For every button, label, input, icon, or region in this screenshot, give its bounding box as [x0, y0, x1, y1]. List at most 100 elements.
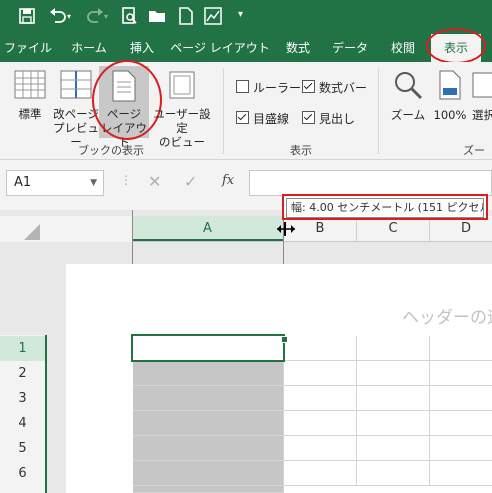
group-separator	[223, 68, 224, 154]
cancel-icon[interactable]: ✕	[148, 172, 161, 191]
zoom-selection-icon	[472, 72, 492, 98]
cell-b3[interactable]	[284, 386, 357, 411]
row-header-6[interactable]: 6	[0, 461, 45, 486]
custom-views-icon	[169, 71, 195, 99]
chart-icon[interactable]	[204, 7, 224, 27]
cell-c6[interactable]	[357, 461, 430, 486]
magnifier-icon	[395, 72, 423, 100]
chevron-down-icon[interactable]: ▼	[90, 171, 97, 195]
resize-dots-icon[interactable]: ⋮	[120, 173, 132, 187]
fill-handle[interactable]	[281, 336, 288, 343]
save-icon[interactable]	[18, 7, 38, 27]
zoom-100-button[interactable]: 100%	[432, 70, 468, 122]
cell-d1[interactable]	[430, 336, 492, 361]
group-label-workbook-views: ブックの表示	[78, 144, 144, 157]
formula-bar-checkbox[interactable]: 数式バー	[302, 79, 367, 96]
cell-a5[interactable]	[133, 436, 284, 461]
new-document-icon[interactable]	[178, 7, 198, 27]
row-header-1[interactable]: 1	[0, 336, 45, 361]
highlight-view-tab	[426, 28, 486, 64]
column-guide-left	[132, 210, 133, 242]
normal-view-icon	[14, 70, 46, 99]
row-header-4[interactable]: 4	[0, 411, 45, 436]
cell-c4[interactable]	[357, 411, 430, 436]
row-header-3[interactable]: 3	[0, 386, 45, 411]
zoom-label: ズーム	[390, 108, 426, 122]
cell-d4[interactable]	[430, 411, 492, 436]
zoom-100-label: 100%	[433, 108, 467, 122]
zoom-selection-button[interactable]: 選択	[472, 70, 492, 122]
redo-icon[interactable]	[85, 7, 105, 27]
formula-bar-buttons: ✕ ✓ fx	[140, 170, 245, 196]
cell-a3[interactable]	[133, 386, 284, 411]
ribbon-tabs: ファイル ホーム 挿入 ページ レイアウト 数式 データ 校閲 表示	[0, 34, 492, 62]
open-folder-icon[interactable]	[148, 7, 168, 27]
gridlines-label: 目盛線	[253, 112, 290, 126]
print-preview-icon[interactable]	[120, 7, 140, 27]
gridlines-checkbox-box	[236, 111, 249, 124]
tab-page-layout[interactable]: ページ レイアウト	[170, 34, 270, 62]
column-header-a[interactable]: A	[132, 216, 284, 241]
custom-views-label-1: ユーザー設定	[153, 107, 211, 135]
custom-views-button[interactable]: ユーザー設定 のビュー	[148, 70, 216, 149]
cell-d6[interactable]	[430, 461, 492, 486]
width-tooltip-text: 幅: 4.00 センチメートル (151 ピクセル)	[286, 198, 484, 218]
gridlines-checkbox[interactable]: 目盛線	[236, 110, 289, 127]
ruler-checkbox[interactable]: ルーラー	[236, 79, 301, 96]
row-header-2[interactable]: 2	[0, 361, 45, 386]
active-cell-border	[131, 334, 285, 362]
custom-views-label-2: のビュー	[159, 135, 205, 149]
tab-review[interactable]: 校閲	[382, 34, 424, 62]
group-separator	[378, 68, 379, 154]
undo-icon[interactable]	[48, 7, 68, 27]
cell-a7[interactable]	[133, 486, 284, 493]
cell-b2[interactable]	[284, 361, 357, 386]
cell-a4[interactable]	[133, 411, 284, 436]
cell-c2[interactable]	[357, 361, 430, 386]
cells-b-d	[284, 336, 492, 493]
cell-b1[interactable]	[284, 336, 357, 361]
headings-checkbox[interactable]: 見出し	[302, 110, 355, 127]
enter-icon[interactable]: ✓	[184, 172, 197, 191]
tab-file[interactable]: ファイル	[4, 34, 52, 62]
header-placeholder[interactable]: ヘッダーの追	[402, 303, 492, 328]
cell-a2[interactable]	[133, 361, 284, 386]
tab-home[interactable]: ホーム	[64, 34, 114, 62]
zoom-selection-label: 選択	[472, 108, 492, 122]
headings-checkbox-box	[302, 111, 315, 124]
insert-function-icon[interactable]: fx	[222, 173, 234, 188]
cell-b6[interactable]	[284, 461, 357, 486]
name-box[interactable]: A1 ▼	[6, 170, 104, 196]
ruler-label: ルーラー	[253, 81, 302, 95]
title-bar: ▾ ▾ ▾	[0, 0, 492, 34]
cell-a6[interactable]	[133, 461, 284, 486]
cell-b5[interactable]	[284, 436, 357, 461]
tab-data[interactable]: データ	[326, 34, 374, 62]
ribbon-view: 標準 改ページ プレビュー ページ レイアウト ユーザー設定 のビュー ブックの…	[0, 60, 492, 173]
cell-b4[interactable]	[284, 411, 357, 436]
cell-c5[interactable]	[357, 436, 430, 461]
cell-c1[interactable]	[357, 336, 430, 361]
cell-d3[interactable]	[430, 386, 492, 411]
tab-formulas[interactable]: 数式	[278, 34, 318, 62]
cell-d5[interactable]	[430, 436, 492, 461]
cell-d2[interactable]	[430, 361, 492, 386]
undo-dropdown-icon[interactable]: ▾	[67, 12, 87, 32]
formula-bar-label: 数式バー	[319, 81, 368, 95]
resize-cursor-icon	[276, 221, 296, 237]
zoom-100-icon	[439, 70, 461, 100]
customize-icon[interactable]: ▾	[238, 9, 258, 29]
normal-view-label: 標準	[18, 107, 42, 121]
normal-view-button[interactable]: 標準	[8, 70, 52, 121]
tab-insert[interactable]: 挿入	[122, 34, 162, 62]
cell-c3[interactable]	[357, 386, 430, 411]
row-header-5[interactable]: 5	[0, 436, 45, 461]
corner-area	[0, 216, 132, 242]
zoom-button[interactable]: ズーム	[388, 70, 428, 122]
name-box-value: A1	[14, 175, 32, 190]
group-label-show: 表示	[290, 144, 312, 157]
page-break-preview-icon	[60, 70, 92, 99]
select-all-icon[interactable]	[24, 224, 40, 240]
formula-input[interactable]	[249, 170, 492, 196]
formula-bar-checkbox-box	[302, 80, 315, 93]
